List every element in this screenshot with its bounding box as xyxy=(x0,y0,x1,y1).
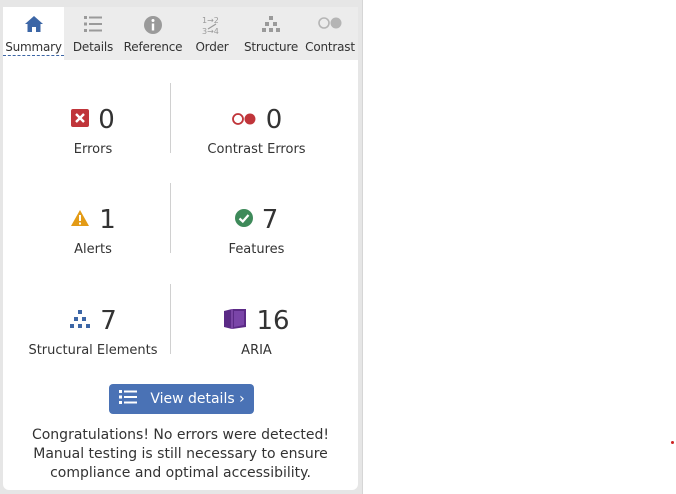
structural-count: 7 xyxy=(100,306,117,336)
view-details-button[interactable]: View details › xyxy=(109,384,254,414)
errors-label: Errors xyxy=(73,142,113,157)
feature-icon xyxy=(234,209,253,231)
aria-icon xyxy=(223,308,247,334)
info-icon xyxy=(122,7,184,37)
features-count: 7 xyxy=(261,205,279,235)
errors-count: 0 xyxy=(98,105,115,135)
alerts-summary[interactable]: 1 Alerts xyxy=(9,202,177,257)
cursor-dot xyxy=(671,441,674,444)
tab-reference[interactable]: Reference xyxy=(122,7,184,60)
contrast-icon xyxy=(302,7,358,37)
structural-label: Structural Elements xyxy=(28,343,158,358)
contrast-errors-count: 0 xyxy=(265,105,283,135)
tab-details-label: Details xyxy=(72,40,114,54)
summary-content: 0 Errors 0 Contrast Errors 1 Alerts 7 Fe… xyxy=(3,60,358,490)
tab-summary-label: Summary xyxy=(3,40,64,56)
svg-text:3→4: 3→4 xyxy=(202,27,219,35)
tab-reference-label: Reference xyxy=(123,40,183,54)
tab-bar: Summary Details Reference 1→2 3→4 Order S… xyxy=(3,7,358,60)
structure-icon xyxy=(69,309,91,333)
tab-details[interactable]: Details xyxy=(64,7,122,60)
contrast-error-icon xyxy=(231,111,257,130)
view-details-label: View details › xyxy=(150,391,245,407)
contrast-errors-label: Contrast Errors xyxy=(207,142,306,157)
tab-structure-label: Structure xyxy=(243,40,299,54)
features-summary[interactable]: 7 Features xyxy=(169,202,344,257)
home-icon xyxy=(3,7,64,37)
structure-icon xyxy=(240,7,302,37)
tab-order[interactable]: 1→2 3→4 Order xyxy=(184,7,240,60)
tab-contrast-label: Contrast xyxy=(305,40,355,54)
tab-contrast[interactable]: Contrast xyxy=(302,7,358,60)
aria-label: ARIA xyxy=(241,343,272,358)
errors-summary[interactable]: 0 Errors xyxy=(9,102,177,157)
alerts-count: 1 xyxy=(99,205,116,235)
list-icon xyxy=(64,7,122,37)
tab-order-label: Order xyxy=(195,40,229,54)
list-icon xyxy=(118,389,138,409)
error-icon xyxy=(71,109,90,131)
order-icon: 1→2 3→4 xyxy=(184,7,240,37)
svg-text:1→2: 1→2 xyxy=(202,16,219,25)
alert-icon xyxy=(70,209,90,231)
wave-panel: Summary Details Reference 1→2 3→4 Order S… xyxy=(0,0,363,494)
aria-count: 16 xyxy=(256,306,290,336)
structural-summary[interactable]: 7 Structural Elements xyxy=(9,303,177,358)
aria-summary[interactable]: 16 ARIA xyxy=(169,303,344,358)
summary-message: Congratulations! No errors were detected… xyxy=(31,427,330,481)
alerts-label: Alerts xyxy=(74,242,112,257)
contrast-errors-summary[interactable]: 0 Contrast Errors xyxy=(169,102,344,157)
tab-structure[interactable]: Structure xyxy=(240,7,302,60)
features-label: Features xyxy=(228,242,285,257)
tab-summary[interactable]: Summary xyxy=(3,7,64,60)
